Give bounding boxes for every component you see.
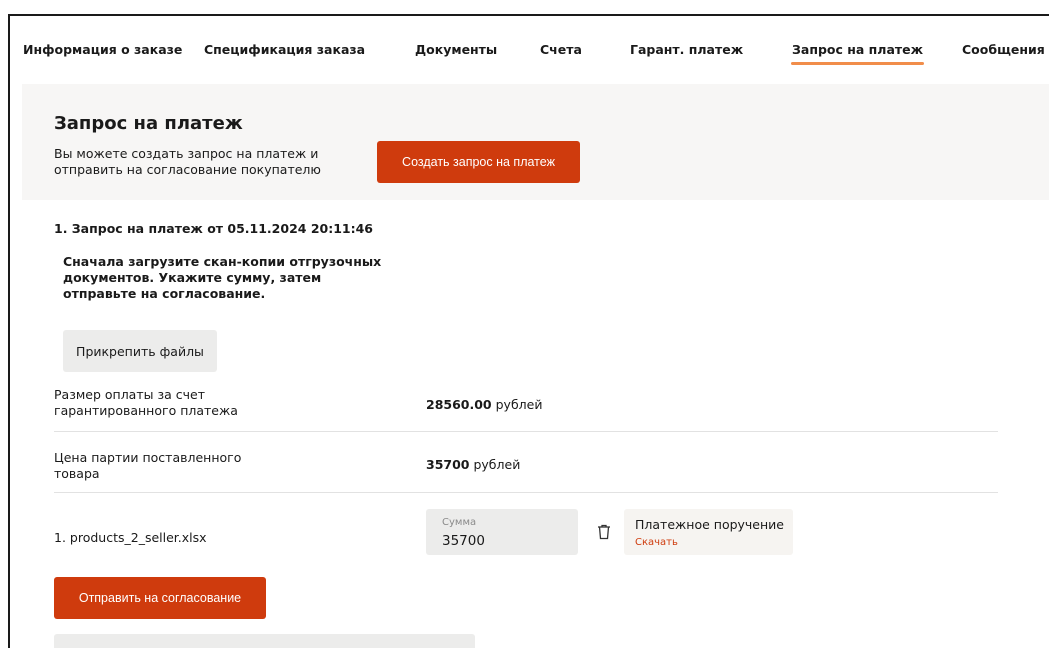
batch-price-value: 35700 рублей	[426, 457, 520, 472]
tab-documents[interactable]: Документы	[415, 42, 497, 57]
send-for-approval-button[interactable]: Отправить на согласование	[54, 577, 266, 619]
payment-order-document: Платежное поручение Скачать	[624, 509, 793, 555]
tab-order-specification[interactable]: Спецификация заказа	[204, 42, 365, 57]
order-tabs: Информация о заказе Спецификация заказа …	[10, 16, 1049, 65]
payment-order-title: Платежное поручение	[635, 517, 784, 532]
page-title: Запрос на платеж	[54, 113, 243, 134]
batch-price-label: Цена партии поставленного товара	[54, 450, 242, 481]
tab-order-info[interactable]: Информация о заказе	[23, 42, 182, 57]
upload-instructions: Сначала загрузите скан-копии отгрузочных…	[63, 254, 382, 301]
sum-input-value[interactable]: 35700	[442, 533, 485, 549]
tab-invoices[interactable]: Счета	[540, 42, 582, 57]
attach-files-button[interactable]: Прикрепить файлы	[63, 330, 217, 372]
request-title: 1. Запрос на платеж от 05.11.2024 20:11:…	[54, 221, 374, 236]
window-border-left	[8, 14, 10, 648]
tab-messages[interactable]: Сообщения	[962, 42, 1045, 57]
download-link[interactable]: Скачать	[635, 537, 678, 548]
row-divider	[54, 492, 998, 493]
tab-payment-request[interactable]: Запрос на платеж	[790, 42, 925, 65]
batch-price-amount: 35700	[426, 457, 470, 472]
sum-input-label: Сумма	[442, 517, 477, 528]
guarantee-payment-value: 28560.00 рублей	[426, 397, 542, 412]
row-divider	[54, 431, 998, 432]
sum-input[interactable]: Сумма 35700	[426, 509, 578, 555]
guarantee-payment-label: Размер оплаты за счет гарантированного п…	[54, 387, 238, 418]
trash-icon[interactable]	[596, 523, 612, 541]
page-description: Вы можете создать запрос на платеж и отп…	[54, 146, 321, 177]
guarantee-payment-amount: 28560.00	[426, 397, 492, 412]
create-payment-request-button[interactable]: Создать запрос на платеж	[377, 141, 580, 183]
guarantee-payment-unit: рублей	[491, 397, 543, 412]
tab-guarantee-payment[interactable]: Гарант. платеж	[630, 42, 743, 57]
secondary-button[interactable]	[54, 634, 475, 648]
batch-price-unit: рублей	[469, 457, 521, 472]
file-name: 1. products_2_seller.xlsx	[54, 530, 207, 545]
